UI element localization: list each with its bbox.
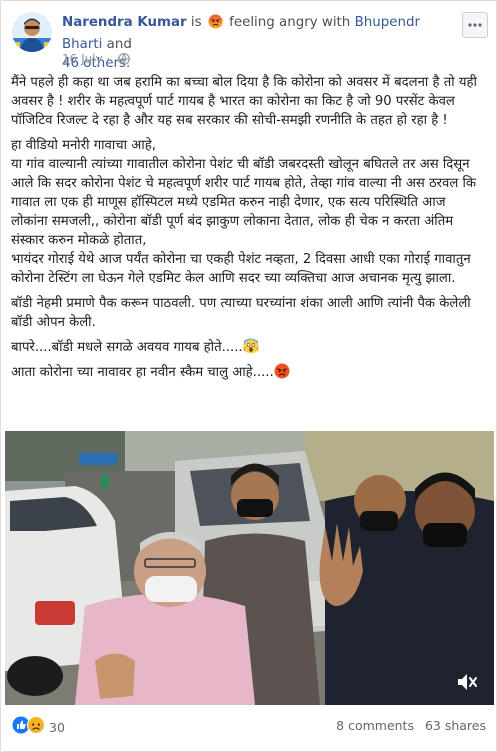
more-dots-icon: [468, 23, 482, 27]
post-video[interactable]: [5, 431, 494, 705]
reactions-summary[interactable]: 30: [12, 716, 65, 738]
post-body: मैंने पहले ही कहा था जब हरामि का बच्चा ब…: [11, 73, 486, 382]
comments-link[interactable]: 8 comments: [336, 718, 414, 733]
post-paragraph-hindi: मैंने पहले ही कहा था जब हरामि का बच्चा ब…: [11, 75, 477, 128]
feeling-text: feeling angry with: [229, 15, 351, 30]
meta-separator: ·: [106, 52, 111, 66]
post-paragraph-text: आता कोरोना च्या नावावर हा नवीन स्कैम चाल…: [11, 365, 274, 380]
angry-emoji-icon: [208, 14, 223, 35]
speaker-muted-icon[interactable]: [454, 669, 480, 695]
angry-face-icon: [274, 363, 290, 379]
more-options-button[interactable]: [462, 12, 488, 38]
post-card: Narendra Kumar is feeling angry with Bhu…: [0, 0, 497, 752]
author-name[interactable]: Narendra Kumar: [62, 15, 187, 30]
post-paragraph: बापरे....बॉडी मधले सगळे अवयव गायब होते..…: [11, 338, 486, 357]
is-text: is: [190, 15, 202, 30]
globe-icon: [118, 53, 131, 68]
post-paragraph-text: बापरे....बॉडी मधले सगळे अवयव गायब होते..…: [11, 340, 243, 355]
post-line: या गांव वाल्यानी त्यांच्या गावातील कोरोन…: [11, 157, 477, 248]
reaction-count: 30: [49, 719, 65, 735]
post-paragraph: बॉडी नेहमी प्रमाणे पैक करून पाठवली. पण त…: [11, 296, 471, 330]
post-meta: 16 July ·: [62, 52, 131, 68]
post-line: भायंदर गोराई येथे आज पर्यंत कोरोना चा एक…: [11, 252, 471, 286]
and-text: and: [106, 37, 132, 52]
screaming-face-icon: [243, 338, 259, 354]
video-frame: [5, 431, 494, 705]
profile-avatar[interactable]: [12, 12, 52, 52]
post-stats: 8 comments 63 shares: [336, 718, 486, 733]
post-date[interactable]: 16 July: [62, 52, 103, 66]
post-line: हा वीडियो मनोरी गावाचा आहे,: [11, 138, 156, 153]
sad-reaction-icon: [27, 716, 45, 738]
shares-link[interactable]: 63 shares: [425, 718, 486, 733]
post-paragraph: आता कोरोना च्या नावावर हा नवीन स्कैम चाल…: [11, 363, 486, 382]
